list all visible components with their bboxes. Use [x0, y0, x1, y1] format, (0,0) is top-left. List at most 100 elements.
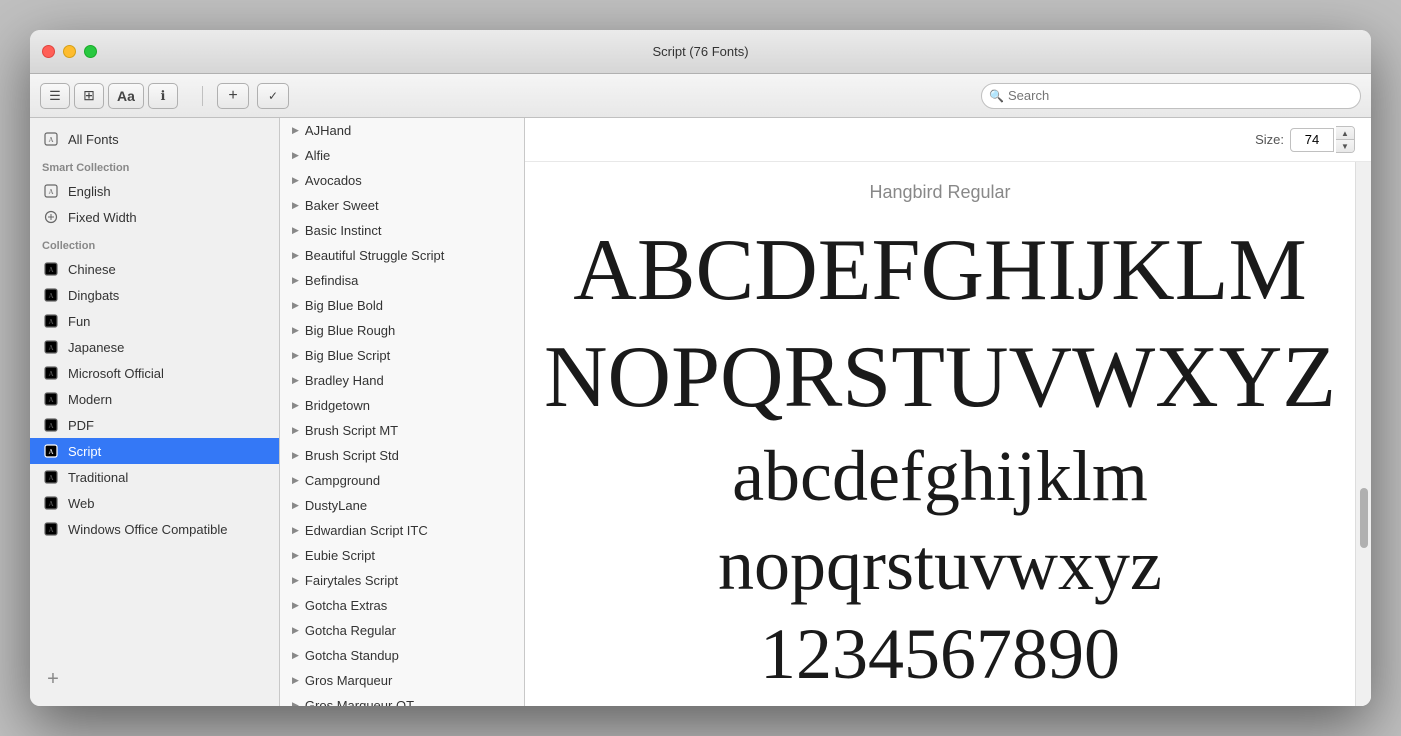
scrollbar-track — [1358, 166, 1370, 702]
add-collection-footer-button[interactable]: + — [42, 668, 64, 690]
font-item-label: Basic Instinct — [305, 223, 382, 238]
font-item-label: Big Blue Bold — [305, 298, 383, 313]
size-stepper: ▲ ▼ — [1336, 126, 1355, 153]
expand-triangle-icon: ▶ — [292, 450, 299, 461]
japanese-icon: A — [42, 338, 60, 356]
font-list-item[interactable]: ▶Basic Instinct — [280, 218, 524, 243]
all-fonts-icon: A — [42, 130, 60, 148]
font-list-item[interactable]: ▶Gotcha Standup — [280, 643, 524, 668]
size-decrement-button[interactable]: ▼ — [1336, 140, 1354, 152]
english-label: English — [68, 184, 111, 199]
font-list: ▶AJHand▶Alfie▶Avocados▶Baker Sweet▶Basic… — [280, 118, 524, 706]
toolbar-divider — [202, 86, 203, 106]
add-collection-button[interactable]: + — [217, 83, 249, 109]
font-item-label: Gotcha Standup — [305, 648, 399, 663]
font-list-item[interactable]: ▶DustyLane — [280, 493, 524, 518]
info-button[interactable]: ℹ — [148, 83, 178, 109]
font-name-label: Hangbird Regular — [869, 182, 1010, 203]
sidebar-item-traditional[interactable]: A Traditional — [30, 464, 279, 490]
expand-triangle-icon: ▶ — [292, 400, 299, 411]
sidebar-item-fixed-width[interactable]: Fixed Width — [30, 204, 279, 230]
sidebar-item-windows-office[interactable]: A Windows Office Compatible — [30, 516, 279, 542]
sidebar-item-english[interactable]: A English — [30, 178, 279, 204]
sidebar-item-all-fonts[interactable]: A All Fonts — [30, 126, 279, 152]
svg-text:A: A — [48, 448, 53, 456]
plus-icon: + — [228, 87, 237, 105]
font-item-label: Gros Marqueur OT — [305, 698, 414, 706]
sidebar-item-dingbats[interactable]: A Dingbats — [30, 282, 279, 308]
size-increment-button[interactable]: ▲ — [1336, 127, 1354, 139]
sidebar-item-web[interactable]: A Web — [30, 490, 279, 516]
sidebar-item-pdf[interactable]: A PDF — [30, 412, 279, 438]
font-list-item[interactable]: ▶Brush Script MT — [280, 418, 524, 443]
modern-icon: A — [42, 390, 60, 408]
font-list-item[interactable]: ▶Eubie Script — [280, 543, 524, 568]
expand-triangle-icon: ▶ — [292, 500, 299, 511]
expand-triangle-icon: ▶ — [292, 300, 299, 311]
sidebar-item-japanese[interactable]: A Japanese — [30, 334, 279, 360]
sidebar-toggle-button[interactable]: ☰ — [40, 83, 70, 109]
sidebar-item-fun[interactable]: A Fun — [30, 308, 279, 334]
size-label: Size: — [1255, 132, 1284, 147]
font-list-item[interactable]: ▶Big Blue Script — [280, 343, 524, 368]
collection-header: Collection — [30, 230, 279, 256]
preview-content: Hangbird Regular ABCDEFGHIJKLM NOPQRSTUV… — [525, 162, 1371, 706]
font-list-item[interactable]: ▶Brush Script Std — [280, 443, 524, 468]
expand-triangle-icon: ▶ — [292, 575, 299, 586]
font-list-item[interactable]: ▶Gros Marqueur OT — [280, 693, 524, 706]
all-fonts-label: All Fonts — [68, 132, 119, 147]
vertical-scrollbar[interactable] — [1355, 162, 1371, 706]
svg-text:A: A — [48, 266, 53, 274]
sidebar-item-script[interactable]: A Script — [30, 438, 279, 464]
font-list-item[interactable]: ▶ Alfie — [280, 143, 524, 168]
font-list-item[interactable]: ▶AJHand — [280, 118, 524, 143]
microsoft-official-icon: A — [42, 364, 60, 382]
expand-triangle-icon: ▶ — [292, 150, 299, 161]
maximize-button[interactable] — [84, 45, 97, 58]
grid-toggle-button[interactable]: ⊞ — [74, 83, 104, 109]
font-list-item[interactable]: ▶Avocados — [280, 168, 524, 193]
font-list-item[interactable]: ▶Big Blue Rough — [280, 318, 524, 343]
font-list-item[interactable]: ▶Bradley Hand — [280, 368, 524, 393]
font-list-item[interactable]: ▶Befindisa — [280, 268, 524, 293]
font-list-item[interactable]: ▶Edwardian Script ITC — [280, 518, 524, 543]
svg-text:A: A — [48, 474, 53, 482]
font-list-item[interactable]: ▶Gros Marqueur — [280, 668, 524, 693]
svg-text:A: A — [48, 526, 53, 534]
english-icon: A — [42, 182, 60, 200]
sidebar-item-chinese[interactable]: A Chinese — [30, 256, 279, 282]
font-list-item[interactable]: ▶Campground — [280, 468, 524, 493]
expand-triangle-icon: ▶ — [292, 250, 299, 261]
font-list-item[interactable]: ▶Baker Sweet — [280, 193, 524, 218]
font-item-label: Fairytales Script — [305, 573, 398, 588]
search-container: 🔍 — [981, 83, 1361, 109]
font-list-item[interactable]: ▶ Big Blue Bold — [280, 293, 524, 318]
sidebar-item-microsoft-official[interactable]: A Microsoft Official — [30, 360, 279, 386]
pdf-label: PDF — [68, 418, 94, 433]
traditional-label: Traditional — [68, 470, 128, 485]
minimize-button[interactable] — [63, 45, 76, 58]
preview-uppercase-line2: NOPQRSTUVWXYZ — [544, 330, 1336, 427]
svg-text:A: A — [48, 396, 53, 404]
expand-triangle-icon: ▶ — [292, 200, 299, 211]
font-list-item[interactable]: ▶ Fairytales Script — [280, 568, 524, 593]
pdf-icon: A — [42, 416, 60, 434]
close-button[interactable] — [42, 45, 55, 58]
font-list-item[interactable]: ▶Gotcha Regular — [280, 618, 524, 643]
search-input[interactable] — [981, 83, 1361, 109]
sidebar-item-modern[interactable]: A Modern — [30, 386, 279, 412]
svg-text:A: A — [48, 292, 53, 300]
info-icon: ℹ — [161, 88, 166, 104]
font-item-label: Alfie — [305, 148, 330, 163]
expand-triangle-icon: ▶ — [292, 550, 299, 561]
font-list-item[interactable]: ▶Beautiful Struggle Script — [280, 243, 524, 268]
font-list-item[interactable]: ▶Gotcha Extras — [280, 593, 524, 618]
web-label: Web — [68, 496, 95, 511]
enable-fonts-button[interactable]: ✓ — [257, 83, 289, 109]
font-preview-button[interactable]: Aa — [108, 83, 144, 109]
font-list-item[interactable]: ▶Bridgetown — [280, 393, 524, 418]
size-input-wrap: ▲ ▼ — [1290, 126, 1355, 153]
size-input[interactable] — [1290, 128, 1334, 152]
preview-lowercase-line2: nopqrstuvwxyz — [718, 526, 1162, 605]
windows-office-label: Windows Office Compatible — [68, 522, 227, 537]
